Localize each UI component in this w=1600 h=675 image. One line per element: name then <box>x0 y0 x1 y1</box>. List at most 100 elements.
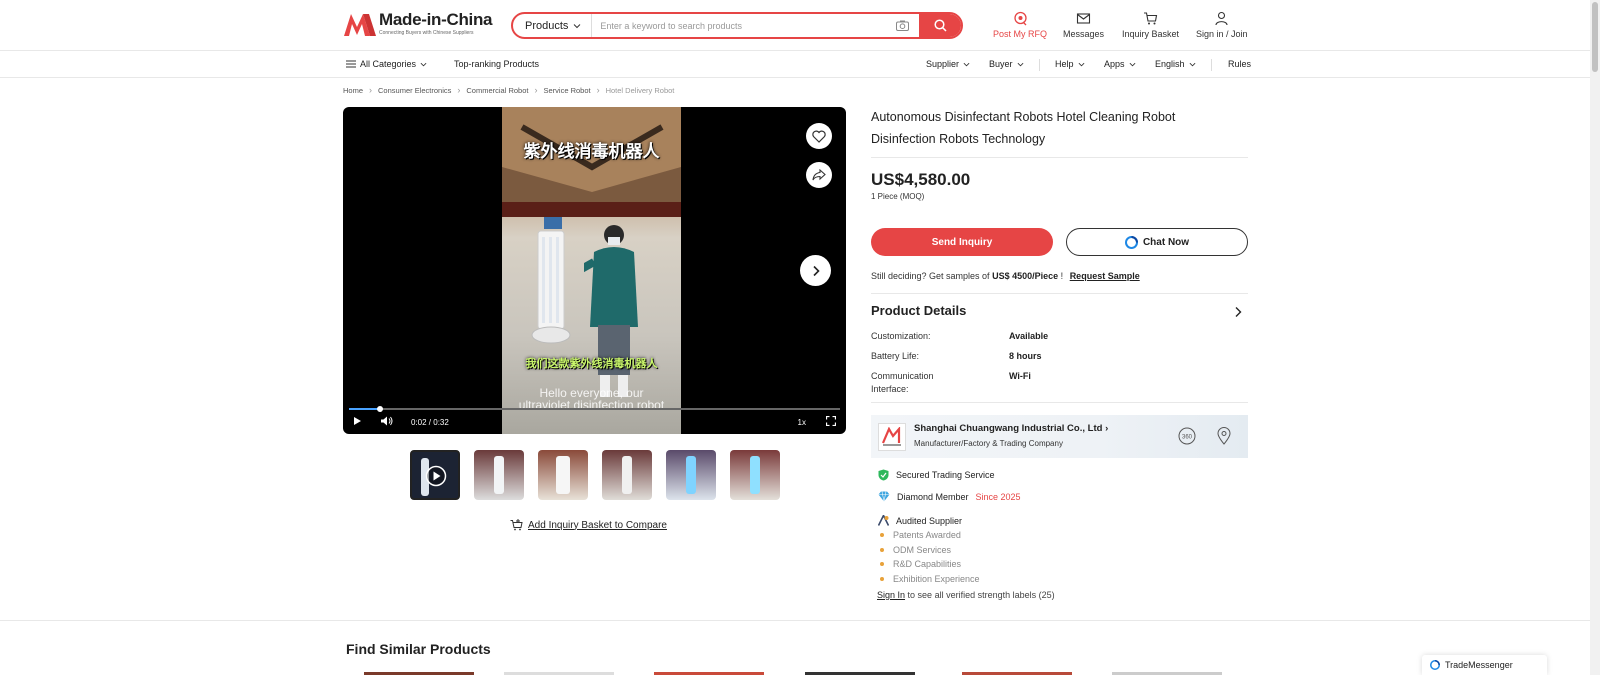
supplier-type: Manufacturer/Factory & Trading Company <box>914 439 1063 448</box>
trade-messenger-widget[interactable]: TradeMessenger <box>1422 655 1547 675</box>
rfq-icon <box>1013 11 1027 26</box>
thumbnail-video[interactable] <box>410 450 460 500</box>
divider <box>1039 59 1040 71</box>
chevron-down-icon <box>1017 62 1023 66</box>
thumbnail-image[interactable] <box>730 450 780 500</box>
inquiry-basket-label: Inquiry Basket <box>1122 29 1180 39</box>
cart-plus-icon <box>510 519 523 531</box>
svg-text:360: 360 <box>1182 435 1193 441</box>
request-sample-link[interactable]: Request Sample <box>1070 271 1140 281</box>
thumbnail-image[interactable] <box>474 450 524 500</box>
page-scrollbar[interactable] <box>1590 0 1600 675</box>
language-menu[interactable]: English <box>1155 59 1196 69</box>
audited-item-label: Exhibition Experience <box>893 574 980 584</box>
chevron-right-icon: › <box>457 85 461 95</box>
thumbnail-image[interactable] <box>666 450 716 500</box>
audited-supplier-label: Audited Supplier <box>896 515 963 526</box>
messages-link[interactable]: Messages <box>1063 11 1104 39</box>
bullet-icon <box>880 562 884 566</box>
thumbnail-robot-shape <box>556 456 570 494</box>
post-rfq-link[interactable]: Post My RFQ <box>993 11 1047 39</box>
top-ranking-label: Top-ranking Products <box>454 59 540 69</box>
share-button[interactable] <box>806 162 832 188</box>
supplier-card[interactable]: Shanghai Chuangwang Industrial Co., Ltd … <box>871 415 1248 458</box>
thumbnail-image[interactable] <box>538 450 588 500</box>
search-input[interactable] <box>592 14 891 37</box>
help-menu[interactable]: Help <box>1055 59 1085 69</box>
buyer-menu-label: Buyer <box>989 59 1013 69</box>
diamond-member-since: Since 2025 <box>975 491 1021 502</box>
logo-mark-icon <box>344 14 376 36</box>
inquiry-basket-link[interactable]: Inquiry Basket <box>1122 11 1179 39</box>
send-inquiry-label: Send Inquiry <box>931 236 993 248</box>
fullscreen-icon[interactable] <box>825 415 837 428</box>
robot-image <box>531 217 571 344</box>
attr-value: Available <box>1009 331 1049 341</box>
attr-value: 8 hours <box>1009 351 1042 361</box>
playback-speed-button[interactable]: 1x <box>798 418 806 427</box>
diamond-member-badge: Diamond Member Since 2025 <box>878 491 1021 502</box>
video-progress-bar[interactable] <box>349 406 840 412</box>
shield-icon <box>878 469 889 481</box>
similar-products-title: Find Similar Products <box>346 641 491 657</box>
sign-in-link[interactable]: Sign in / Join <box>1196 11 1248 39</box>
thumbnail-strip <box>410 450 780 500</box>
chevron-down-icon <box>1189 62 1195 66</box>
add-inquiry-basket-link[interactable]: Add Inquiry Basket to Compare <box>510 519 667 531</box>
rules-link[interactable]: Rules <box>1228 59 1251 69</box>
top-ranking-link[interactable]: Top-ranking Products <box>454 59 539 69</box>
thumbnail-image[interactable] <box>602 450 652 500</box>
audited-item: Patents Awarded <box>880 530 961 540</box>
sample-price: US$ 4500/Piece <box>992 271 1059 281</box>
favorite-button[interactable] <box>806 123 832 149</box>
supplier-menu-label: Supplier <box>926 59 960 69</box>
breadcrumb-current: Hotel Delivery Robot <box>605 85 675 95</box>
product-details-title[interactable]: Product Details <box>871 303 966 318</box>
attr-label: Battery Life: <box>871 351 920 361</box>
send-inquiry-button[interactable]: Send Inquiry <box>871 228 1053 256</box>
buyer-menu[interactable]: Buyer <box>989 59 1024 69</box>
user-icon <box>1215 11 1228 26</box>
chevron-down-icon <box>963 62 970 66</box>
breadcrumb-home[interactable]: Home <box>343 86 363 95</box>
share-icon <box>812 169 826 181</box>
all-categories-menu[interactable]: All Categories <box>346 59 427 69</box>
supplier-name[interactable]: Shanghai Chuangwang Industrial Co., Ltd … <box>914 423 1108 434</box>
chevron-down-icon <box>1078 62 1084 66</box>
heart-icon <box>812 130 826 143</box>
apps-menu[interactable]: Apps <box>1104 59 1136 69</box>
search-category-dropdown[interactable]: Products <box>513 14 593 37</box>
breadcrumb-commercial-robot[interactable]: Commercial Robot <box>466 86 528 95</box>
secured-trading-label: Secured Trading Service <box>896 470 995 480</box>
scrollbar-thumb[interactable] <box>1592 2 1598 72</box>
help-menu-label: Help <box>1055 59 1074 69</box>
audited-item-label: Patents Awarded <box>893 530 961 540</box>
diamond-member-label: Diamond Member <box>897 491 969 502</box>
next-image-button[interactable] <box>800 255 831 286</box>
camera-icon[interactable] <box>891 20 913 31</box>
product-video-player[interactable]: 紫外线消毒机器人 我们这款紫外线消毒机器人 Hello everyone, ou… <box>343 107 846 434</box>
breadcrumb-consumer-electronics[interactable]: Consumer Electronics <box>378 86 451 95</box>
site-logo[interactable]: Made-in-China Connecting Buyers with Chi… <box>343 11 493 37</box>
attr-label: Communication Interface: <box>871 371 934 394</box>
volume-icon[interactable] <box>380 416 393 428</box>
play-icon[interactable] <box>353 416 362 428</box>
video-progress-fill <box>349 408 380 410</box>
video-controls: 0:02 / 0:32 1x <box>343 412 846 432</box>
product-moq: 1 Piece (MOQ) <box>871 192 925 201</box>
breadcrumb-service-robot[interactable]: Service Robot <box>543 86 590 95</box>
chevron-right-icon[interactable] <box>1234 306 1242 318</box>
logo-tagline: Connecting Buyers with Chinese Suppliers <box>379 30 474 36</box>
chevron-right-icon: › <box>1105 423 1109 434</box>
chat-now-button[interactable]: Chat Now <box>1066 228 1248 256</box>
audited-supplier-badge: Audited Supplier <box>878 515 962 526</box>
search-button[interactable] <box>919 14 961 37</box>
sign-in-labels-link[interactable]: Sign In <box>877 590 905 600</box>
360-view-icon[interactable]: 360 <box>1178 427 1196 445</box>
sample-suffix: ! <box>1060 271 1064 281</box>
messages-label: Messages <box>1063 29 1105 39</box>
thumbnail-robot-shape <box>686 456 696 494</box>
location-pin-icon[interactable] <box>1217 427 1231 445</box>
divider <box>871 402 1248 403</box>
supplier-menu[interactable]: Supplier <box>926 59 970 69</box>
